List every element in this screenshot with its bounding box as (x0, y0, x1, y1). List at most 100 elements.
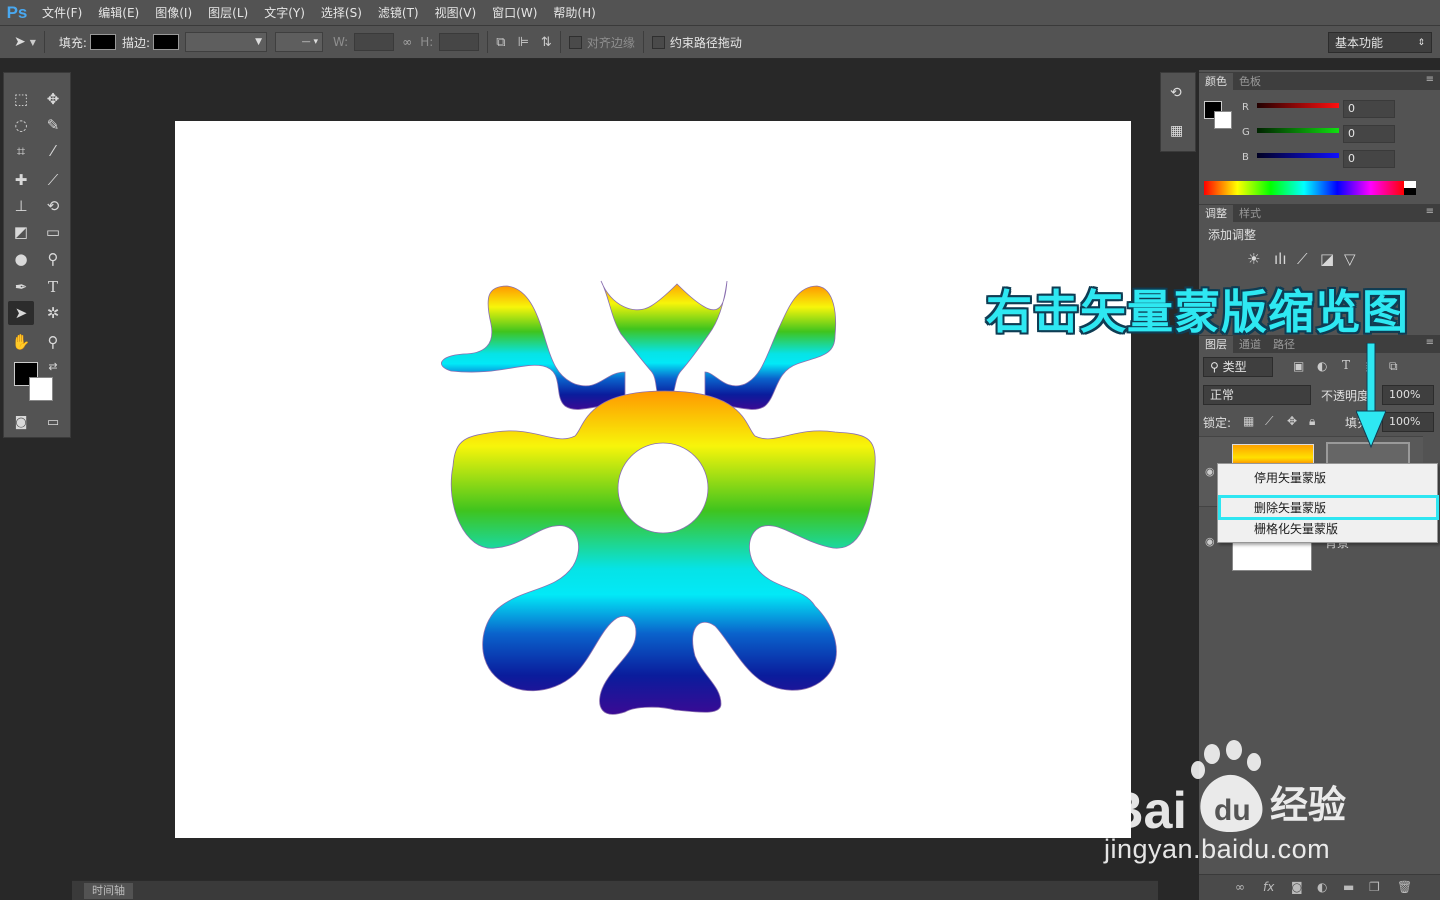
menu-window[interactable]: 窗口(W) (484, 4, 545, 21)
menu-image[interactable]: 图像(I) (147, 4, 200, 21)
blur-tool-icon[interactable]: ● (8, 247, 34, 271)
r-value[interactable]: 0 (1343, 100, 1395, 118)
tab-styles[interactable]: 样式 (1233, 205, 1267, 222)
align-edges-checkbox[interactable] (568, 35, 582, 49)
g-value[interactable]: 0 (1343, 125, 1395, 143)
brightness-icon[interactable]: ☀ (1247, 250, 1260, 268)
history-brush-tool-icon[interactable]: ⟲ (40, 194, 66, 218)
r-slider[interactable] (1257, 103, 1339, 108)
healing-tool-icon[interactable]: ✚ (8, 168, 34, 192)
path-arrange-icon[interactable]: ⇅ (541, 35, 552, 50)
link-icon[interactable]: ∞ (402, 35, 412, 49)
stroke-swatch[interactable] (152, 34, 179, 50)
disable-vector-mask-item[interactable]: 停用矢量蒙版 (1218, 467, 1437, 489)
rasterize-vector-mask-item[interactable]: 栅格化矢量蒙版 (1218, 518, 1437, 540)
stroke-type-select[interactable]: — ▾ (274, 32, 323, 52)
filter-pixel-icon[interactable]: ▣ (1293, 359, 1304, 373)
curves-icon[interactable]: ⟋ (1297, 250, 1308, 268)
gradient-map-icon[interactable]: ▽ (1344, 250, 1356, 268)
menu-select[interactable]: 选择(S) (313, 4, 370, 21)
panel-menu-icon[interactable]: ≡ (1426, 337, 1434, 348)
tab-color[interactable]: 颜色 (1199, 73, 1233, 90)
width-field[interactable] (354, 33, 395, 51)
eye-icon[interactable]: ◉ (1205, 465, 1215, 478)
menu-edit[interactable]: 编辑(E) (90, 4, 147, 21)
layers-footer: ∞ fx ◙ ◐ ▬ ❐ 🗑︎ (1199, 874, 1440, 900)
chevron-updown-icon: ⇕ (1417, 37, 1425, 48)
filter-adjust-icon[interactable]: ◐ (1317, 359, 1327, 373)
eye-icon[interactable]: ◉ (1205, 535, 1215, 548)
path-alignment-icon[interactable]: ⊫ (518, 35, 529, 50)
b-value[interactable]: 0 (1343, 150, 1395, 168)
annotation-arrow (1356, 343, 1386, 449)
hand-tool-icon[interactable]: ✋ (8, 330, 34, 354)
fill-field[interactable]: 100% (1382, 412, 1434, 432)
lock-icon[interactable]: 🔒︎ (1309, 414, 1315, 429)
tab-swatches[interactable]: 色板 (1233, 73, 1267, 90)
timeline-tab[interactable]: 时间轴 (84, 883, 133, 899)
properties-panel-icon[interactable]: ▦ (1170, 123, 1183, 139)
b-slider[interactable] (1257, 153, 1339, 158)
delete-layer-icon[interactable]: 🗑︎ (1397, 880, 1412, 894)
link-layers-icon[interactable]: ∞ (1235, 880, 1245, 894)
fill-swatch[interactable] (89, 34, 116, 50)
new-group-icon[interactable]: ▬ (1343, 880, 1354, 894)
lasso-tool-icon[interactable]: ◌ (8, 113, 34, 137)
tab-adjustments[interactable]: 调整 (1199, 205, 1233, 222)
type-tool-icon[interactable]: T (40, 275, 66, 299)
crop-tool-icon[interactable]: ⌗ (8, 139, 34, 163)
layer-filter-select[interactable]: ⚲ 类型 (1203, 357, 1273, 377)
gradient-tool-icon[interactable]: ▭ (40, 220, 66, 244)
menu-view[interactable]: 视图(V) (427, 4, 485, 21)
menu-type[interactable]: 文字(Y) (256, 4, 313, 21)
path-operations-icon[interactable]: ⧉ (496, 35, 505, 50)
color-bg-swatch[interactable] (1214, 111, 1232, 129)
workspace-select[interactable]: 基本功能 ⇕ (1328, 32, 1432, 53)
chevron-down-icon[interactable]: ▼ (30, 38, 36, 47)
menu-filter[interactable]: 滤镜(T) (370, 4, 427, 21)
menu-file[interactable]: 文件(F) (34, 4, 90, 21)
history-panel-icon[interactable]: ⟲ (1170, 85, 1182, 101)
new-adjustment-icon[interactable]: ◐ (1317, 880, 1327, 894)
stamp-tool-icon[interactable]: ⊥ (8, 194, 34, 218)
eyedropper-tool-icon[interactable]: ⁄ (40, 139, 66, 163)
background-color-swatch[interactable] (29, 377, 53, 401)
lock-position-icon[interactable]: ✥ (1287, 414, 1297, 428)
pen-tool-icon[interactable]: ✒ (8, 275, 34, 299)
lock-pixels-icon[interactable]: ▦ (1243, 414, 1254, 428)
add-mask-icon[interactable]: ◙ (1291, 880, 1303, 894)
zoom-tool-icon[interactable]: ⚲ (40, 330, 66, 354)
stroke-width-select[interactable]: ▼ (184, 32, 267, 52)
dodge-tool-icon[interactable]: ⚲ (40, 247, 66, 271)
swap-colors-icon[interactable]: ⇄ (40, 355, 66, 379)
filter-type-icon[interactable]: T (1342, 358, 1350, 372)
lock-paint-icon[interactable]: ⟋ (1265, 414, 1273, 429)
panel-menu-icon[interactable]: ≡ (1426, 74, 1434, 85)
levels-icon[interactable]: ılı (1274, 250, 1287, 268)
fx-icon[interactable]: fx (1263, 880, 1274, 894)
opacity-field[interactable]: 100% (1382, 385, 1434, 405)
panel-menu-icon[interactable]: ≡ (1426, 206, 1434, 217)
exposure-icon[interactable]: ◪ (1320, 250, 1334, 268)
quick-mask-icon[interactable]: ◙ (8, 411, 34, 435)
height-field[interactable] (439, 33, 480, 51)
shape-tool-icon[interactable]: ✲ (40, 301, 66, 325)
document-canvas[interactable] (175, 121, 1131, 838)
filter-smart-icon[interactable]: ⧉ (1389, 359, 1398, 374)
marquee-tool-icon[interactable]: ⬚ (8, 87, 34, 111)
blend-mode-select[interactable]: 正常 (1203, 385, 1311, 405)
menu-help[interactable]: 帮助(H) (545, 4, 603, 21)
quick-select-tool-icon[interactable]: ✎ (40, 113, 66, 137)
color-spectrum[interactable] (1204, 181, 1404, 195)
constrain-path-checkbox[interactable] (651, 35, 665, 49)
color-spectrum-bw[interactable] (1404, 181, 1416, 195)
screen-mode-icon[interactable]: ▭ (40, 411, 66, 435)
path-select-tool-icon[interactable]: ➤ (14, 34, 26, 50)
menu-layer[interactable]: 图层(L) (200, 4, 256, 21)
move-tool-icon[interactable]: ✥ (40, 87, 66, 111)
brush-tool-icon[interactable]: ⟋ (40, 168, 66, 192)
new-layer-icon[interactable]: ❐ (1369, 880, 1380, 894)
eraser-tool-icon[interactable]: ◩ (8, 220, 34, 244)
g-slider[interactable] (1257, 128, 1339, 133)
path-select-tool-icon[interactable]: ➤ (8, 301, 34, 325)
